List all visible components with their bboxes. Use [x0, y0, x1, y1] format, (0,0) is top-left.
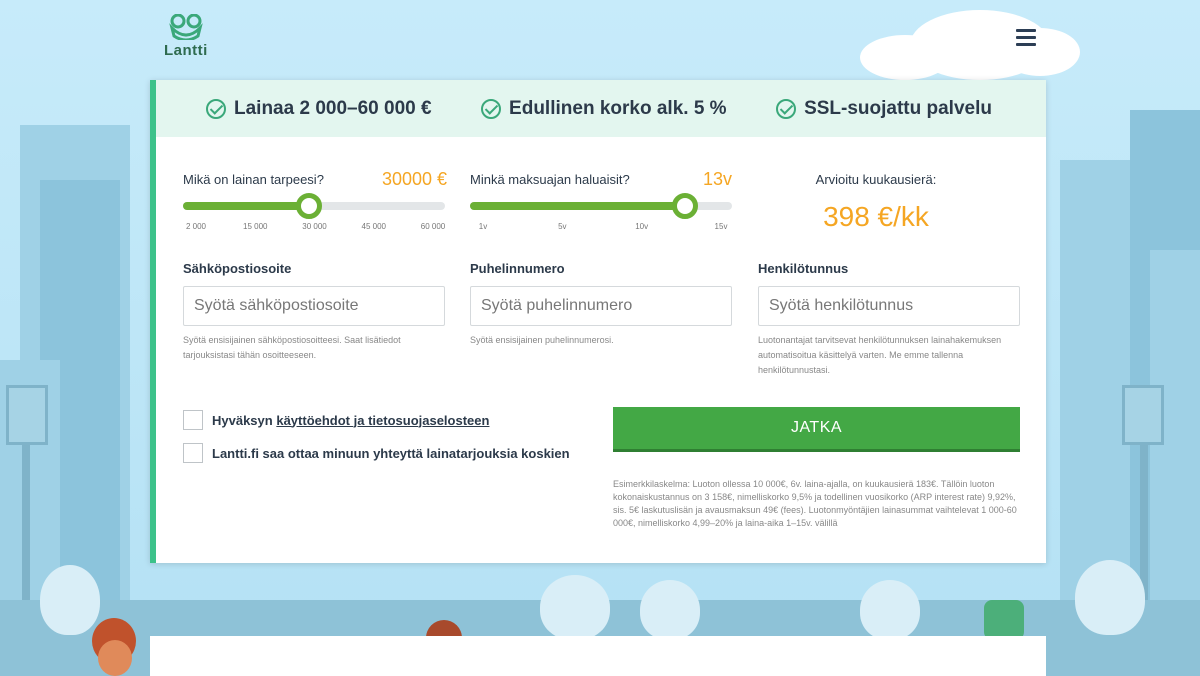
phone-help-text: Syötä ensisijainen puhelinnumerosi.: [470, 335, 614, 345]
period-slider-fill: [470, 202, 685, 210]
benefits-bar: Lainaa 2 000–60 000 € Edullinen korko al…: [156, 80, 1046, 137]
benefit-label: Edullinen korko alk. 5 %: [509, 97, 727, 119]
amount-tick-label: 2 000: [185, 222, 207, 231]
logo-text: Lantti: [164, 42, 208, 59]
email-label: Sähköpostiosoite: [183, 261, 292, 276]
amount-slider[interactable]: [183, 193, 445, 219]
benefit-label: Lainaa 2 000–60 000 €: [234, 97, 432, 119]
period-slider-thumb[interactable]: [671, 193, 698, 219]
estimate-label: Arvioitu kuukausierä:: [815, 172, 937, 187]
terms-link[interactable]: käyttöehdot ja tietosuojaselosteen: [276, 413, 489, 428]
period-tick-label: 1v: [478, 222, 488, 231]
monthly-estimate: Arvioitu kuukausierä: 398 €/kk: [756, 172, 996, 233]
estimate-value: 398 €/kk: [823, 201, 929, 232]
contact-consent-label: Lantti.fi saa ottaa minuun yhteyttä lain…: [212, 445, 570, 461]
amount-value: 30000 €: [382, 169, 448, 189]
ssn-field[interactable]: [758, 286, 1020, 326]
benefit-item: Edullinen korko alk. 5 %: [481, 98, 727, 120]
example-calculation-text: Esimerkkilaskelma: Luoton ollessa 10 000…: [613, 479, 1017, 528]
phone-field[interactable]: [470, 286, 732, 326]
contact-checkbox[interactable]: [183, 443, 203, 463]
check-circle-icon: [206, 98, 226, 119]
ssn-label: Henkilötunnus: [758, 261, 849, 276]
amount-slider-fill: [183, 202, 309, 210]
frog-logo-icon: [169, 14, 203, 40]
amount-tick-label: 30 000: [302, 222, 327, 231]
benefit-label: SSL-suojattu palvelu: [804, 97, 992, 119]
benefit-item: SSL-suojattu palvelu: [776, 98, 992, 120]
hamburger-menu-icon[interactable]: [1016, 29, 1036, 47]
period-tick-label: 15v: [714, 222, 728, 231]
period-slider[interactable]: [470, 193, 732, 219]
amount-tick-label: 45 000: [361, 222, 386, 231]
terms-checkbox[interactable]: [183, 410, 203, 430]
phone-label: Puhelinnumero: [470, 261, 565, 276]
benefit-item: Lainaa 2 000–60 000 €: [206, 98, 432, 120]
email-help-text: Syötä ensisijainen sähköpostiosoitteesi.…: [183, 335, 401, 360]
period-label: Minkä maksuajan haluaisit?: [470, 172, 630, 187]
logo[interactable]: Lantti: [160, 12, 220, 62]
bottom-panel: [150, 636, 1046, 676]
check-circle-icon: [481, 98, 502, 119]
email-field[interactable]: [183, 286, 445, 326]
period-tick-label: 10v: [635, 222, 649, 231]
check-circle-icon: [776, 98, 797, 119]
period-value: 13v: [703, 169, 733, 189]
contact-consent-row: Lantti.fi saa ottaa minuun yhteyttä lain…: [183, 443, 570, 463]
terms-consent-row: Hyväksyn käyttöehdot ja tietosuojaselost…: [183, 410, 489, 430]
terms-prefix: Hyväksyn: [212, 412, 273, 428]
amount-tick-label: 60 000: [420, 222, 446, 231]
loan-application-card: Lainaa 2 000–60 000 € Edullinen korko al…: [150, 80, 1046, 563]
period-tick-label: 5v: [558, 222, 567, 231]
ssn-help-text: Luotonantajat tarvitsevat henkilötunnuks…: [758, 335, 1002, 375]
amount-tick-label: 15 000: [243, 222, 268, 231]
amount-label: Mikä on lainan tarpeesi?: [183, 172, 324, 187]
continue-button[interactable]: JATKA: [613, 407, 1020, 452]
amount-slider-thumb[interactable]: [295, 193, 322, 219]
